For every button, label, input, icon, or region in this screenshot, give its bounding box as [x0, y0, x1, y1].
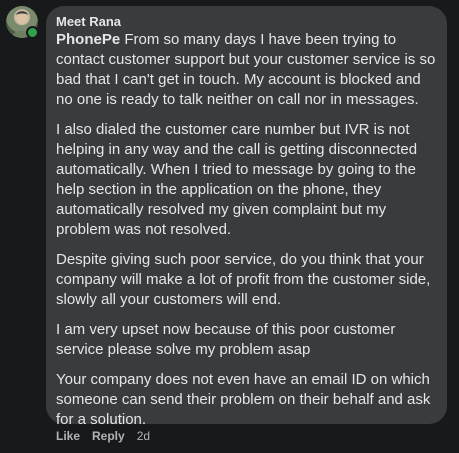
comment-paragraph: Despite giving such poor service, do you…: [56, 251, 431, 308]
comment-paragraph: PhonePe From so many days I have been tr…: [56, 30, 437, 110]
comment-bubble: Meet Rana PhonePe From so many days I ha…: [46, 6, 447, 428]
comment-actions: Like Reply 2d: [56, 428, 150, 444]
avatar-container[interactable]: [6, 6, 39, 39]
online-status-dot: [26, 26, 39, 39]
comment-thread: Meet Rana PhonePe From so many days I ha…: [0, 0, 459, 453]
comment-paragraph: Your company does not even have an email…: [56, 371, 431, 428]
comment-paragraph: I am very upset now because of this poor…: [56, 321, 396, 358]
comment-paragraph: I also dialed the customer care number b…: [56, 121, 418, 238]
like-button[interactable]: Like: [56, 429, 80, 443]
comment-timestamp[interactable]: 2d: [137, 429, 150, 443]
comment-author[interactable]: Meet Rana: [56, 14, 437, 30]
mention-tag[interactable]: PhonePe: [56, 31, 120, 48]
reply-button[interactable]: Reply: [92, 429, 125, 443]
